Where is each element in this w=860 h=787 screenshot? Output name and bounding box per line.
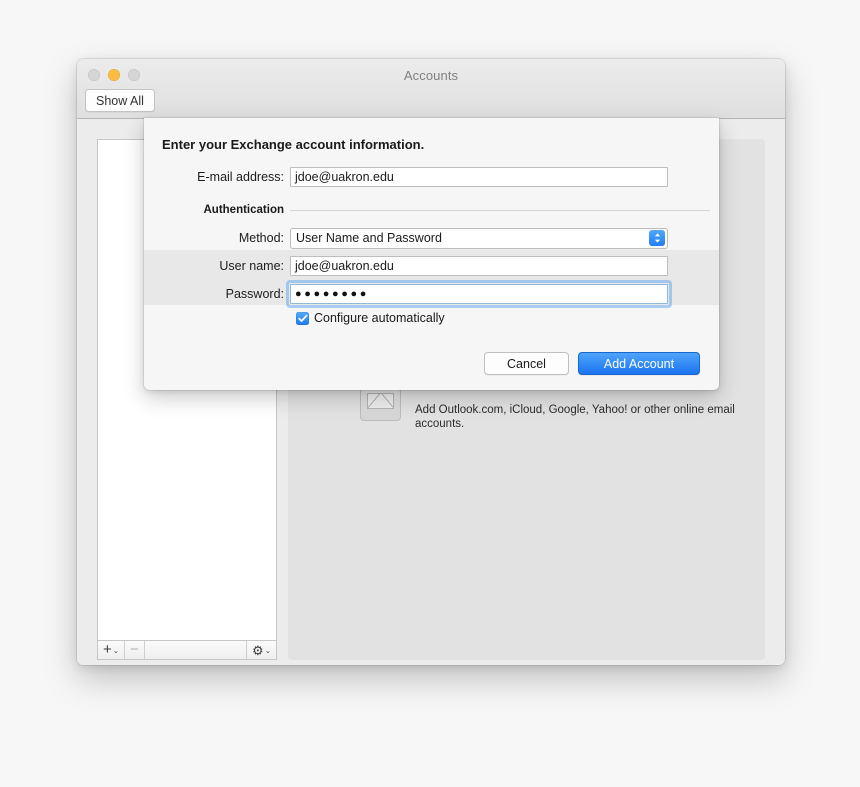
- email-label: E-mail address:: [197, 170, 284, 184]
- username-label: User name:: [219, 259, 284, 273]
- panel-description: Add Outlook.com, iCloud, Google, Yahoo! …: [415, 404, 735, 431]
- window-title: Accounts: [403, 68, 459, 83]
- username-field[interactable]: jdoe@uakron.edu: [290, 256, 668, 276]
- chevron-down-icon: ⌄: [112, 646, 120, 656]
- username-row: User name: jdoe@uakron.edu: [144, 253, 719, 279]
- password-label: Password:: [225, 287, 284, 301]
- window-titlebar: Accounts Show All: [77, 59, 785, 119]
- password-field[interactable]: ●●●●●●●●: [290, 284, 668, 304]
- remove-account-button[interactable]: −: [125, 641, 145, 659]
- chevron-down-icon: ⌄: [264, 646, 271, 656]
- authentication-label: Authentication: [203, 204, 285, 216]
- email-row: E-mail address: jdoe@uakron.edu: [144, 164, 719, 190]
- show-all-button[interactable]: Show All: [85, 89, 155, 112]
- add-account-submit-button[interactable]: Add Account: [578, 352, 700, 375]
- method-label: Method:: [238, 231, 284, 245]
- minus-icon: −: [130, 640, 139, 658]
- configure-automatically-label: Configure automatically: [314, 311, 445, 325]
- sheet-button-bar: Cancel Add Account: [484, 352, 700, 375]
- password-field-wrapper: ●●●●●●●●: [286, 280, 672, 308]
- accounts-list-toolbar: + ⌄ − ⚙ ⌄: [97, 640, 277, 660]
- mail-envelope-icon: [360, 388, 401, 421]
- group-divider: [290, 209, 710, 211]
- toolbar-spacer: [145, 641, 248, 659]
- exchange-account-sheet: Enter your Exchange account information.…: [144, 118, 719, 390]
- email-field[interactable]: jdoe@uakron.edu: [290, 167, 668, 187]
- cancel-button[interactable]: Cancel: [484, 352, 569, 375]
- add-account-button[interactable]: + ⌄: [98, 641, 126, 659]
- gear-icon: ⚙: [252, 642, 264, 658]
- method-select[interactable]: User Name and Password: [290, 227, 668, 249]
- sheet-title: Enter your Exchange account information.: [162, 137, 425, 152]
- method-select-value: User Name and Password: [296, 231, 442, 245]
- password-row: Password: ●●●●●●●●: [144, 280, 719, 308]
- configure-automatically-row[interactable]: Configure automatically: [144, 308, 719, 328]
- authentication-group-header: Authentication: [144, 204, 719, 216]
- method-row: Method: User Name and Password: [144, 225, 719, 251]
- configure-automatically-checkbox[interactable]: [296, 311, 309, 325]
- plus-icon: +: [103, 641, 112, 658]
- chevron-up-down-icon: [649, 230, 665, 246]
- account-actions-button[interactable]: ⚙ ⌄: [247, 641, 276, 659]
